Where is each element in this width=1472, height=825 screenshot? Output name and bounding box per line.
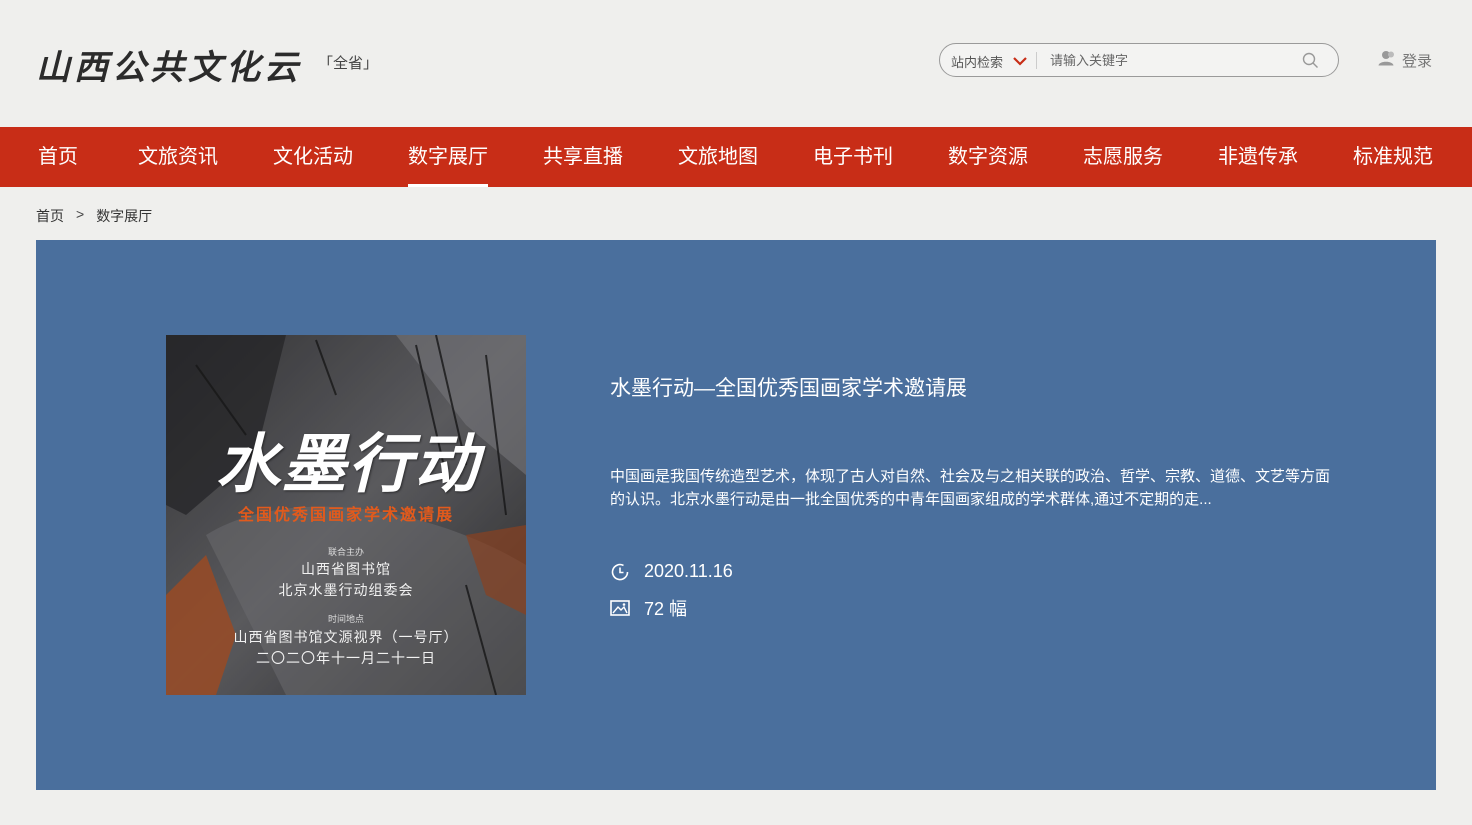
login-label: 登录 <box>1402 52 1433 70</box>
breadcrumb-home[interactable]: 首页 <box>36 206 64 226</box>
image-icon <box>610 600 630 616</box>
exhibit-image-count-row: 72 幅 <box>610 595 687 621</box>
nav-item-home[interactable]: 首页 <box>38 127 78 187</box>
search-box: 站内检索 <box>939 43 1339 77</box>
nav-item-volunteer[interactable]: 志愿服务 <box>1083 127 1163 187</box>
nav-item-standards[interactable]: 标准规范 <box>1353 127 1433 187</box>
breadcrumb: 首页 > 数字展厅 <box>36 206 152 226</box>
poster-subtitle: 全国优秀国画家学术邀请展 <box>237 507 454 524</box>
main-nav: 首页 文旅资讯 文化活动 数字展厅 共享直播 文旅地图 电子书刊 数字资源 志愿… <box>0 127 1472 187</box>
breadcrumb-separator: > <box>76 206 85 222</box>
poster-organizer-label: 联合主办 <box>327 547 364 557</box>
search-input[interactable] <box>1050 49 1290 71</box>
nav-item-digital-resources[interactable]: 数字资源 <box>948 127 1028 187</box>
poster-venue: 山西省图书馆文源视界（一号厅） <box>233 629 459 645</box>
nav-item-heritage[interactable]: 非遗传承 <box>1218 127 1298 187</box>
login-button[interactable]: 登录 <box>1378 50 1432 70</box>
site-header: 山西公共文化云 「全省」 站内检索 登录 <box>0 0 1472 127</box>
nav-item-news[interactable]: 文旅资讯 <box>138 127 218 187</box>
site-logo[interactable]: 山西公共文化云 <box>36 40 302 89</box>
exhibit-poster[interactable]: 水墨行动 全国优秀国画家学术邀请展 联合主办 山西省图书馆 北京水墨行动组委会 … <box>166 335 526 695</box>
search-icon[interactable] <box>1302 52 1319 74</box>
exhibit-image-count: 72 幅 <box>644 599 688 619</box>
poster-organizer-2: 北京水墨行动组委会 <box>278 582 414 598</box>
nav-item-digital-gallery[interactable]: 数字展厅 <box>408 127 488 187</box>
breadcrumb-current: 数字展厅 <box>96 208 153 224</box>
poster-date: 二〇二〇年十一月二十一日 <box>256 650 436 666</box>
search-scope-select[interactable]: 站内检索 <box>951 52 1003 71</box>
nav-item-activities[interactable]: 文化活动 <box>273 127 353 187</box>
exhibit-description: 中国画是我国传统造型艺术，体现了古人对自然、社会及与之相关联的政治、哲学、宗教、… <box>610 468 1331 508</box>
exhibit-panel: 水墨行动 全国优秀国画家学术邀请展 联合主办 山西省图书馆 北京水墨行动组委会 … <box>36 240 1436 790</box>
exhibit-date: 2020.11.16 <box>644 561 733 581</box>
nav-item-map[interactable]: 文旅地图 <box>678 127 758 187</box>
chevron-down-icon[interactable] <box>1012 54 1028 72</box>
exhibit-date-row: 2020.11.16 <box>610 561 733 582</box>
clock-icon <box>611 563 629 580</box>
nav-item-live[interactable]: 共享直播 <box>543 127 623 187</box>
nav-item-ebooks[interactable]: 电子书刊 <box>813 127 893 187</box>
poster-organizer-1: 山西省图书馆 <box>301 561 391 577</box>
exhibit-title[interactable]: 水墨行动—全国优秀国画家学术邀请展 <box>610 372 967 402</box>
poster-venue-label: 时间地点 <box>327 614 364 624</box>
poster-text-layer: 水墨行动 全国优秀国画家学术邀请展 联合主办 山西省图书馆 北京水墨行动组委会 … <box>166 335 526 695</box>
poster-title: 水墨行动 <box>216 427 480 502</box>
region-scope-label[interactable]: 「全省」 <box>318 52 378 73</box>
search-divider <box>1036 52 1037 69</box>
user-icon <box>1378 50 1397 71</box>
